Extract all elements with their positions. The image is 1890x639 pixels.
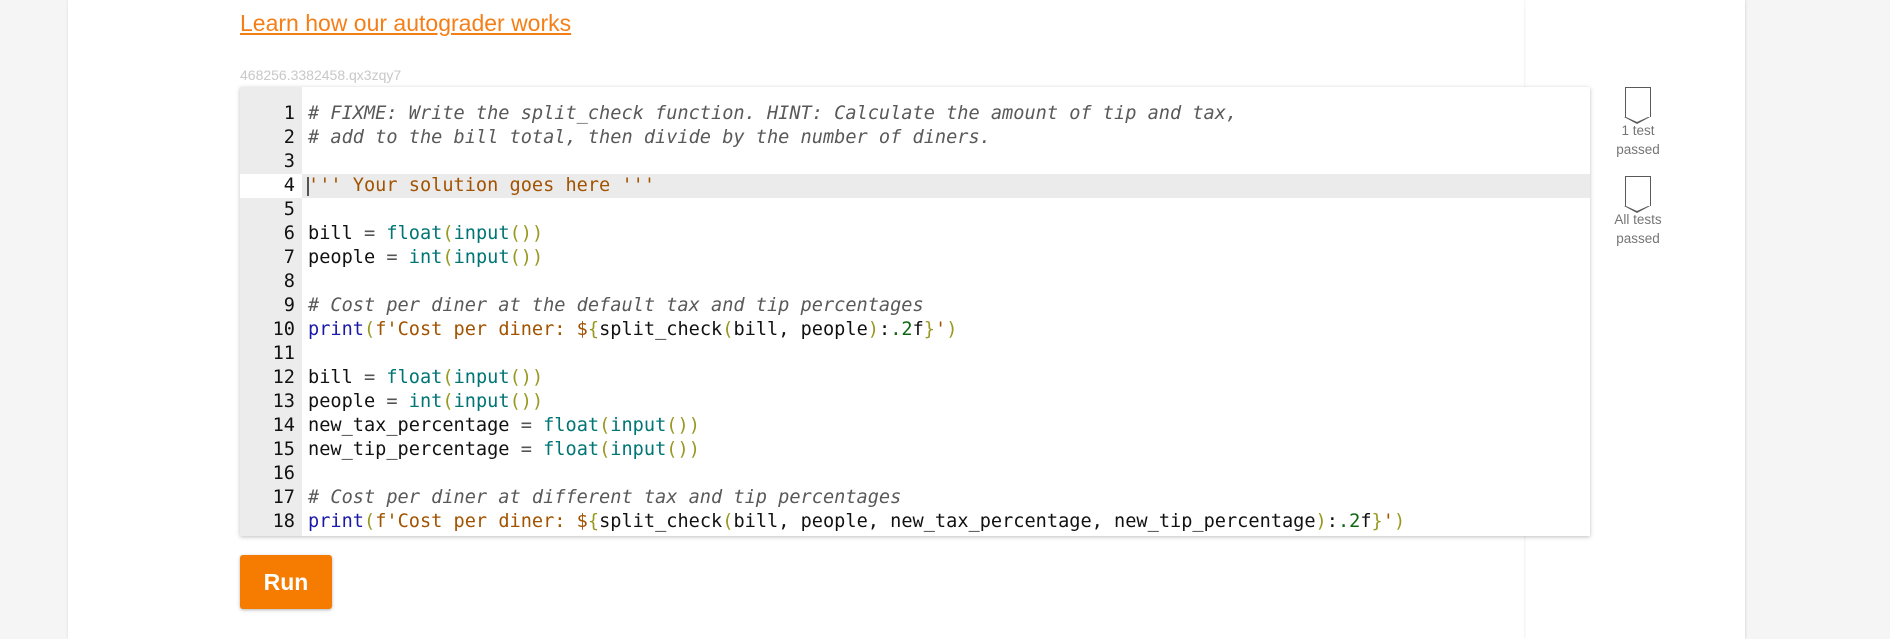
line-text: print(f'Cost per diner: ${split_check(bi… xyxy=(308,511,1406,532)
learn-autograder-link[interactable]: Learn how our autograder works xyxy=(240,10,571,37)
code-line-active[interactable]: 4 ''' Your solution goes here ''' xyxy=(240,174,1590,198)
line-number: 11 xyxy=(272,343,295,364)
code-line[interactable]: 9 # Cost per diner at the default tax and… xyxy=(240,294,1590,318)
code-line[interactable]: 16 xyxy=(240,462,1590,486)
code-editor[interactable]: 1 # FIXME: Write the split_check function… xyxy=(240,87,1590,536)
code-line[interactable]: 17 # Cost per diner at different tax and … xyxy=(240,486,1590,510)
line-number: 4 xyxy=(240,174,302,198)
line-number: 18 xyxy=(272,511,295,532)
line-text: print(f'Cost per diner: ${split_check(bi… xyxy=(308,319,958,340)
code-line[interactable]: 3 xyxy=(240,150,1590,174)
line-number: 10 xyxy=(272,319,295,340)
line-text: # Cost per diner at different tax and ti… xyxy=(308,487,902,508)
lab-id: 468256.3382458.qx3zqy7 xyxy=(240,67,402,83)
line-text: people = int(input()) xyxy=(308,391,544,412)
code-line[interactable]: 7 people = int(input()) xyxy=(240,246,1590,270)
test-status-one-passed: 1 test passed xyxy=(1614,87,1662,159)
test-status-all-passed: All tests passed xyxy=(1614,176,1662,248)
code-line[interactable]: 15 new_tip_percentage = float(input()) xyxy=(240,438,1590,462)
code-line[interactable]: 2 # add to the bill total, then divide by… xyxy=(240,126,1590,150)
code-line[interactable]: 12 bill = float(input()) xyxy=(240,366,1590,390)
line-number: 5 xyxy=(283,199,295,220)
code-line[interactable]: 1 # FIXME: Write the split_check function… xyxy=(240,102,1590,126)
line-text: new_tip_percentage = float(input()) xyxy=(308,439,700,460)
line-number: 3 xyxy=(283,151,295,172)
line-number: 9 xyxy=(283,295,295,316)
code-line[interactable]: 8 xyxy=(240,270,1590,294)
unfilled-flag-icon xyxy=(1624,87,1651,124)
test-status-label-line2: passed xyxy=(1616,231,1660,246)
line-text: bill = float(input()) xyxy=(308,367,544,388)
line-number: 7 xyxy=(283,247,295,268)
code-line[interactable]: 14 new_tax_percentage = float(input()) xyxy=(240,414,1590,438)
line-text: # Cost per diner at the default tax and … xyxy=(308,295,924,316)
line-number: 15 xyxy=(272,439,295,460)
line-text: people = int(input()) xyxy=(308,247,544,268)
code-line[interactable]: 10 print(f'Cost per diner: ${split_check(… xyxy=(240,318,1590,342)
line-number: 14 xyxy=(272,415,295,436)
code-line[interactable]: 6 bill = float(input()) xyxy=(240,222,1590,246)
line-text: ''' Your solution goes here ''' xyxy=(308,175,656,196)
line-text: # add to the bill total, then divide by … xyxy=(308,127,991,148)
line-text: bill = float(input()) xyxy=(308,223,544,244)
code-lines: 1 # FIXME: Write the split_check function… xyxy=(240,102,1590,534)
test-status-label-line2: passed xyxy=(1616,142,1660,157)
line-text: new_tax_percentage = float(input()) xyxy=(308,415,700,436)
unfilled-flag-icon xyxy=(1624,176,1651,213)
code-line[interactable]: 11 xyxy=(240,342,1590,366)
code-line[interactable]: 18 print(f'Cost per diner: ${split_check(… xyxy=(240,510,1590,534)
line-number: 2 xyxy=(283,127,295,148)
line-number: 17 xyxy=(272,487,295,508)
line-text: # FIXME: Write the split_check function.… xyxy=(308,103,1238,124)
run-button[interactable]: Run xyxy=(240,555,332,609)
line-number: 13 xyxy=(272,391,295,412)
line-number: 1 xyxy=(283,103,295,124)
line-number: 12 xyxy=(272,367,295,388)
line-number: 6 xyxy=(283,223,295,244)
line-number: 8 xyxy=(283,271,295,292)
line-number: 16 xyxy=(272,463,295,484)
code-line[interactable]: 5 xyxy=(240,198,1590,222)
text-cursor xyxy=(307,177,309,196)
code-line[interactable]: 13 people = int(input()) xyxy=(240,390,1590,414)
